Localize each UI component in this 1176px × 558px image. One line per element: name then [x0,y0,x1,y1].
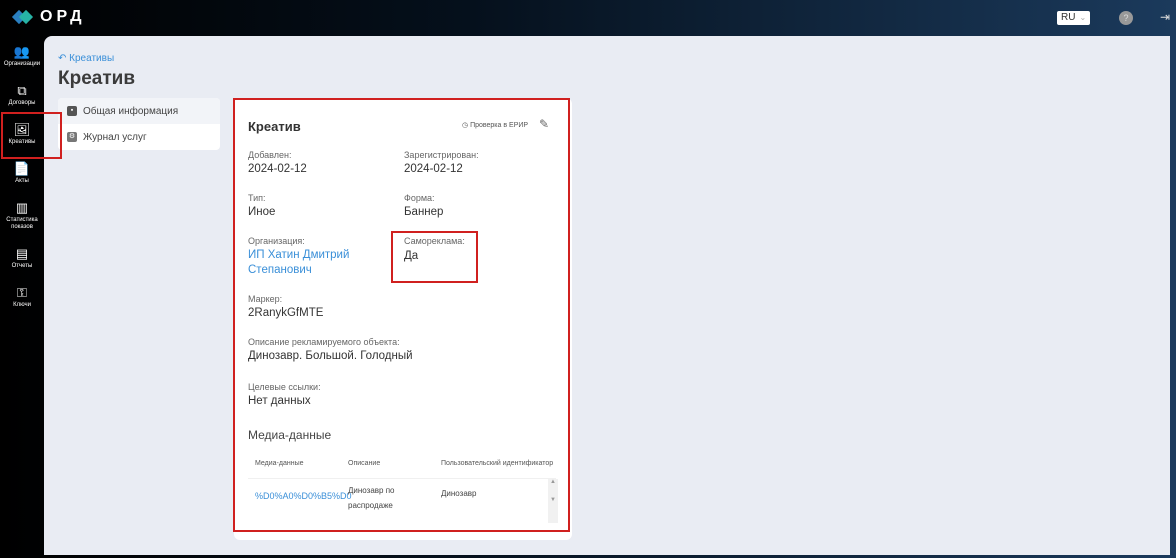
users-icon: ▪ [67,106,77,116]
sidebar-item-creatives[interactable]: 🖼 Креативы [0,114,44,153]
main-panel: ↶ Креативы Креатив ▪ Общая информация ⚙ Жу… [44,36,1170,555]
type-value: Иное [248,206,276,218]
media-user-id: Динозавр [441,489,477,498]
erir-check-button[interactable]: ◷ Проверка в ЕРИР [462,121,528,129]
tab-label: Общая информация [83,105,179,117]
creative-card: Креатив ◷ Проверка в ЕРИР ✎ Добавлен: 20… [234,98,572,540]
clock-icon: ◷ [462,122,471,129]
sidebar-item-stats[interactable]: ▥ Статистика показов [0,192,44,238]
documents-icon: ⧉ [17,82,27,98]
registered-label: Зарегистрирован: [404,150,479,160]
users-icon: 👥 [13,43,31,59]
page-title: Креатив [58,68,136,89]
org-label: Организация: [248,236,305,246]
added-value: 2024-02-12 [248,163,307,175]
sidebar-item-keys[interactable]: ⚿ Ключи [0,277,44,316]
image-icon: 🖼 [13,121,31,137]
table-row: %D0%A0%D0%B5%D0 Динозавр по распродаже Д… [248,478,558,523]
sidebar-item-label: Отчеты [11,262,33,269]
column-header: Медиа-данные [255,460,304,467]
registered-value: 2024-02-12 [404,163,463,175]
sidebar-item-reports[interactable]: ▤ Отчеты [0,238,44,277]
chevron-down-icon: ⌄ [1079,13,1087,22]
media-link[interactable]: %D0%A0%D0%B5%D0 [255,491,352,501]
sidebar-item-label: Ключи [13,301,31,308]
logout-icon[interactable]: ⇥ [1160,10,1170,24]
logo-icon [11,8,34,26]
logo-text: ОРД [40,8,86,25]
tabs: ▪ Общая информация ⚙ Журнал услуг [58,98,220,150]
sidebar-item-label: Организации [3,60,41,67]
type-label: Тип: [248,193,266,203]
stats-icon: ▥ [15,199,29,215]
sidebar-item-organizations[interactable]: 👥 Организации [0,36,44,75]
language-value: RU [1061,12,1076,23]
org-link[interactable]: ИП Хатин Дмитрий Степанович [248,248,378,278]
marker-value: 2RanykGfMTE [248,307,324,319]
tab-label: Журнал услуг [83,131,147,143]
report-icon: ▤ [15,245,29,261]
back-arrow-icon: ↶ [58,53,70,64]
links-label: Целевые ссылки: [248,382,321,392]
media-description: Динозавр по распродаже [348,486,395,510]
language-select[interactable]: RU ⌄ [1057,11,1090,25]
erir-label: Проверка в ЕРИР [470,122,529,129]
sidebar: 👥 Организации ⧉ Договоры 🖼 Креативы 📄 Акты ▥… [0,36,44,316]
sidebar-item-label: Креативы [8,138,36,145]
back-link[interactable]: ↶ Креативы [58,53,114,64]
column-header: Описание [348,460,381,467]
links-value: Нет данных [248,395,311,407]
sidebar-item-label: Акты [15,177,29,184]
sidebar-item-acts[interactable]: 📄 Акты [0,153,44,192]
desc-label: Описание рекламируемого объекта: [248,337,400,347]
form-label: Форма: [404,193,435,203]
media-table-header: Медиа-данные Описание Пользовательский и… [248,456,556,476]
sidebar-item-label: Договоры [8,99,36,106]
form-value: Баннер [404,206,444,218]
sidebar-item-label: Статистика показов [6,216,38,230]
gear-icon: ⚙ [67,132,77,142]
media-section-title: Медиа-данные [248,428,332,442]
desc-value: Динозавр. Большой. Голодный [248,350,413,362]
back-label: Креативы [69,53,115,64]
sidebar-item-contracts[interactable]: ⧉ Договоры [0,75,44,114]
selfad-value: Да [404,250,419,262]
tab-general-info[interactable]: ▪ Общая информация [58,98,220,124]
key-icon: ⚿ [17,284,27,300]
marker-label: Маркер: [248,294,283,304]
added-label: Добавлен: [248,150,292,160]
file-icon: 📄 [13,160,31,176]
tab-service-log[interactable]: ⚙ Журнал услуг [58,124,220,150]
help-icon[interactable]: ? [1119,11,1133,25]
top-bar: ОРД RU ⌄ ? ⇥ [0,0,1176,36]
card-title: Креатив [248,119,301,134]
edit-icon[interactable]: ✎ [539,117,549,131]
logo[interactable]: ОРД [11,8,86,26]
column-header: Пользовательский идентификатор [441,460,554,467]
table-scrollbar[interactable]: ▲ ▼ [548,479,558,523]
selfad-label: Самореклама: [404,236,465,246]
